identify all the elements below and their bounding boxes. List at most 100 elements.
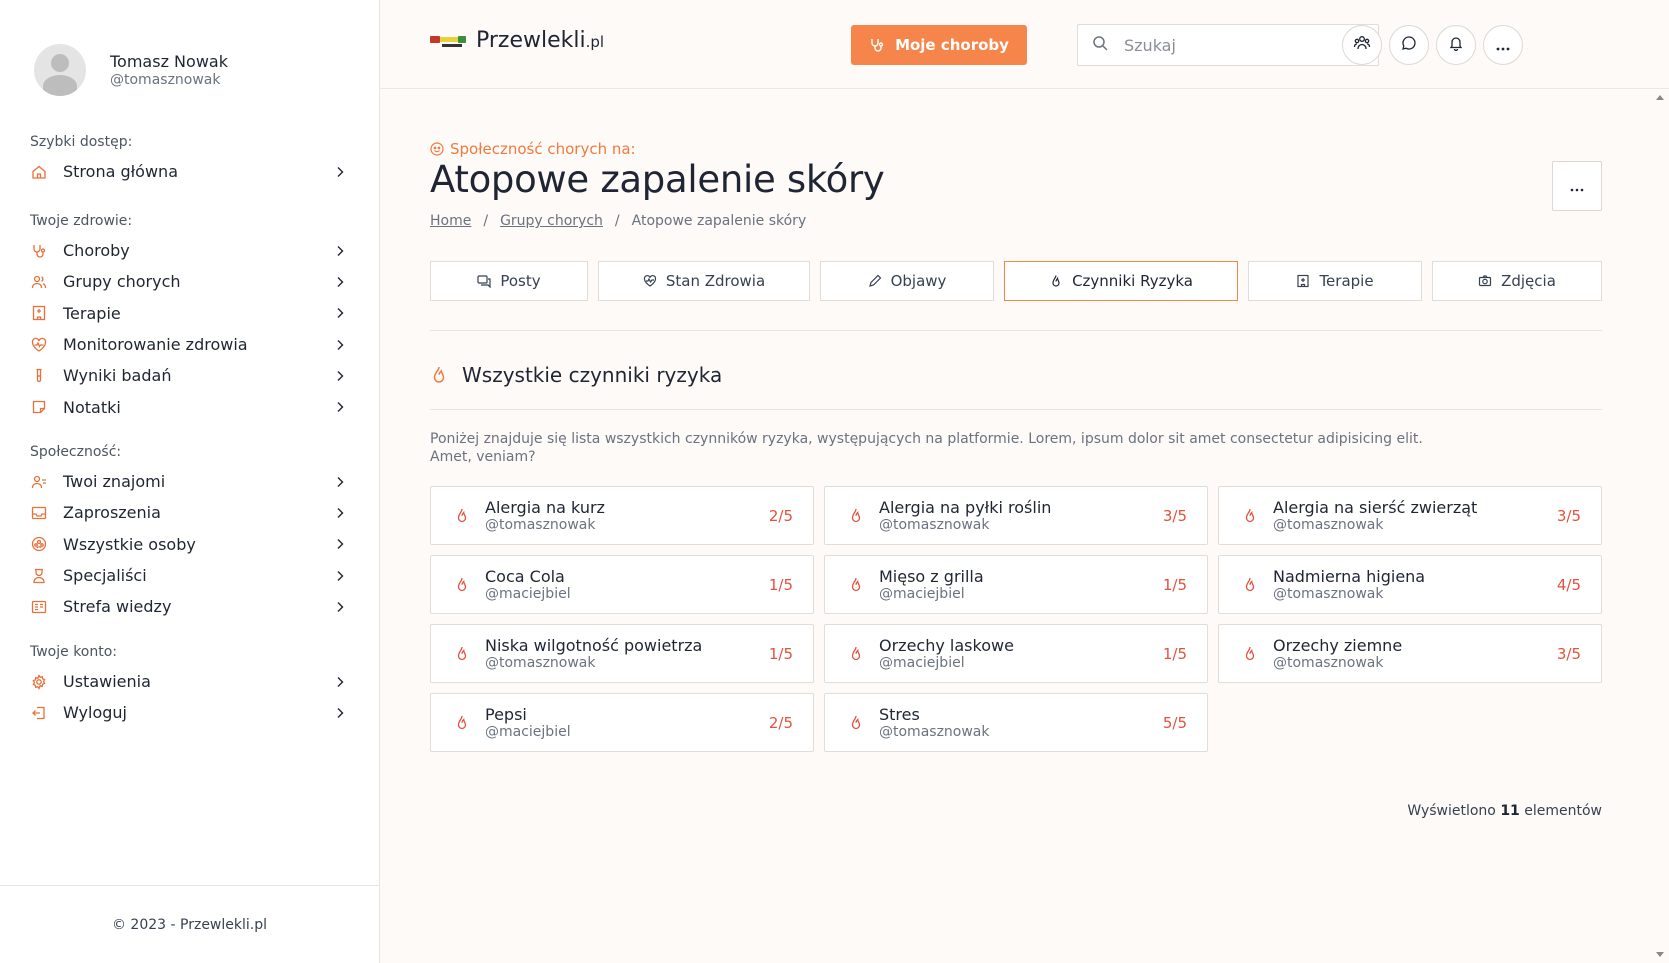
risk-factor-score: 2/5 (768, 506, 793, 525)
stethoscope-icon (869, 37, 885, 53)
risk-factor-author: @tomasznowak (879, 516, 990, 533)
scrollbar[interactable] (1652, 89, 1669, 963)
sidebar-item-wszystkie-osoby[interactable]: Wszystkie osoby (30, 529, 346, 560)
risk-factor-card[interactable]: Coca Cola @maciejbiel 1/5 (430, 555, 814, 614)
sidebar-item-zaproszenia[interactable]: Zaproszenia (30, 497, 346, 528)
chevron-right-icon (334, 601, 346, 613)
search-input[interactable] (1124, 35, 1344, 55)
tab-label: Zdjęcia (1501, 272, 1556, 290)
sidebar-item-label: Grupy chorych (63, 272, 181, 292)
nav-section: Szybki dostęp: Strona główna (30, 132, 346, 187)
section-description: Poniżej znajduje się lista wszystkich cz… (430, 431, 1423, 465)
flame-icon (453, 507, 471, 525)
risk-factor-card[interactable]: Alergia na sierść zwierząt @tomasznowak … (1218, 486, 1602, 545)
page-options-button[interactable] (1552, 161, 1602, 211)
sidebar-item-choroby[interactable]: Choroby (30, 235, 346, 266)
risk-factor-name: Mięso z grilla (879, 566, 984, 586)
risk-factor-card[interactable]: Nadmierna higiena @tomasznowak 4/5 (1218, 555, 1602, 614)
chevron-right-icon (334, 339, 346, 351)
risk-factor-author: @maciejbiel (879, 585, 965, 602)
nav-section: Twoje konto: Ustawienia Wyloguj (30, 642, 346, 729)
risk-factor-card[interactable]: Niska wilgotność powietrza @tomasznowak … (430, 624, 814, 683)
scroll-down-arrow[interactable] (1656, 952, 1664, 957)
breadcrumb-separator: / (614, 213, 620, 229)
sidebar-item-strona-główna[interactable]: Strona główna (30, 156, 346, 187)
risk-factor-name: Coca Cola (485, 566, 565, 586)
search-box[interactable] (1077, 24, 1379, 66)
tab-zdjecia[interactable]: Zdjęcia (1432, 261, 1602, 301)
more-dots-icon (1495, 36, 1511, 55)
health-icon (643, 274, 657, 288)
risk-factor-author: @tomasznowak (1273, 585, 1384, 602)
user-list-icon (30, 473, 48, 491)
item-count: Wyświetlono 11 elementów (1407, 803, 1602, 819)
tab-czynniki-ryzyka[interactable]: Czynniki Ryzyka (1004, 261, 1238, 301)
test-tube-icon (30, 367, 48, 385)
flame-icon (847, 576, 865, 594)
sidebar-item-label: Terapie (63, 303, 121, 323)
logo[interactable]: Przewlekli.pl (430, 28, 604, 53)
sidebar-item-terapie[interactable]: Terapie (30, 298, 346, 329)
flame-icon (1049, 274, 1063, 288)
risk-factor-card[interactable]: Pepsi @maciejbiel 2/5 (430, 693, 814, 752)
book-icon (30, 598, 48, 616)
sidebar-item-wyloguj[interactable]: Wyloguj (30, 697, 346, 728)
messages-button[interactable] (1389, 25, 1429, 65)
sidebar-item-notatki[interactable]: Notatki (30, 391, 346, 422)
scroll-up-arrow[interactable] (1656, 95, 1664, 100)
sidebar-item-label: Ustawienia (63, 672, 151, 692)
community-icon (30, 535, 48, 553)
risk-factor-name: Alergia na kurz (485, 497, 605, 517)
tab-terapie[interactable]: Terapie (1248, 261, 1422, 301)
sidebar-item-wyniki-badań[interactable]: Wyniki badań (30, 360, 346, 391)
sidebar-item-label: Wyniki badań (63, 366, 172, 386)
chevron-right-icon (334, 245, 346, 257)
home-icon (30, 163, 48, 181)
user-name: Tomasz Nowak (110, 51, 228, 71)
avatar (34, 44, 86, 96)
community-icon (430, 142, 444, 156)
chevron-right-icon (334, 276, 346, 288)
risk-factor-name: Orzechy ziemne (1273, 635, 1403, 655)
risk-factor-card[interactable]: Alergia na kurz @tomasznowak 2/5 (430, 486, 814, 545)
risk-factor-score: 3/5 (1556, 644, 1581, 663)
sidebar-item-label: Twoi znajomi (63, 472, 166, 492)
camera-icon (1478, 274, 1492, 288)
chevron-right-icon (334, 507, 346, 519)
logout-icon (30, 704, 48, 722)
tab-objawy[interactable]: Objawy (820, 261, 994, 301)
sidebar-item-monitorowanie-zdrowia[interactable]: Monitorowanie zdrowia (30, 329, 346, 360)
sidebar-item-label: Strefa wiedzy (63, 597, 172, 617)
user-profile[interactable]: Tomasz Nowak @tomasznowak (34, 44, 228, 96)
risk-factor-score: 4/5 (1556, 575, 1581, 594)
risk-factor-author: @maciejbiel (879, 654, 965, 671)
risk-factor-card[interactable]: Alergia na pyłki roślin @tomasznowak 3/5 (824, 486, 1208, 545)
sidebar-item-twoi-znajomi[interactable]: Twoi znajomi (30, 466, 346, 497)
chevron-right-icon (334, 370, 346, 382)
sidebar-item-label: Wyloguj (63, 703, 127, 723)
nav-section: Twoje zdrowie: Choroby Grupy chorych Ter… (30, 211, 346, 423)
breadcrumb-home[interactable]: Home (430, 213, 471, 229)
tab-posty[interactable]: Posty (430, 261, 588, 301)
sidebar-item-strefa-wiedzy[interactable]: Strefa wiedzy (30, 591, 346, 622)
risk-factor-card[interactable]: Orzechy laskowe @maciejbiel 1/5 (824, 624, 1208, 683)
risk-factor-card[interactable]: Stres @tomasznowak 5/5 (824, 693, 1208, 752)
more-dots-icon (1570, 177, 1584, 196)
more-options-button[interactable] (1483, 25, 1523, 65)
my-diseases-button[interactable]: Moje choroby (851, 25, 1027, 65)
sidebar-item-specjaliści[interactable]: Specjaliści (30, 560, 346, 591)
risk-factor-author: @tomasznowak (879, 723, 990, 740)
notifications-button[interactable] (1436, 25, 1476, 65)
risk-factor-card[interactable]: Mięso z grilla @maciejbiel 1/5 (824, 555, 1208, 614)
breadcrumb-groups[interactable]: Grupy chorych (500, 213, 603, 229)
tab-stan-zdrowia[interactable]: Stan Zdrowia (598, 261, 810, 301)
risk-factor-card[interactable]: Orzechy ziemne @tomasznowak 3/5 (1218, 624, 1602, 683)
heart-pulse-icon (30, 336, 48, 354)
friends-button[interactable] (1342, 25, 1382, 65)
hospital-icon (1296, 274, 1310, 288)
tab-label: Stan Zdrowia (665, 272, 766, 290)
sidebar-item-grupy-chorych[interactable]: Grupy chorych (30, 266, 346, 297)
chevron-right-icon (334, 307, 346, 319)
sidebar: Tomasz Nowak @tomasznowak Szybki dostęp:… (0, 0, 380, 963)
sidebar-item-ustawienia[interactable]: Ustawienia (30, 666, 346, 697)
